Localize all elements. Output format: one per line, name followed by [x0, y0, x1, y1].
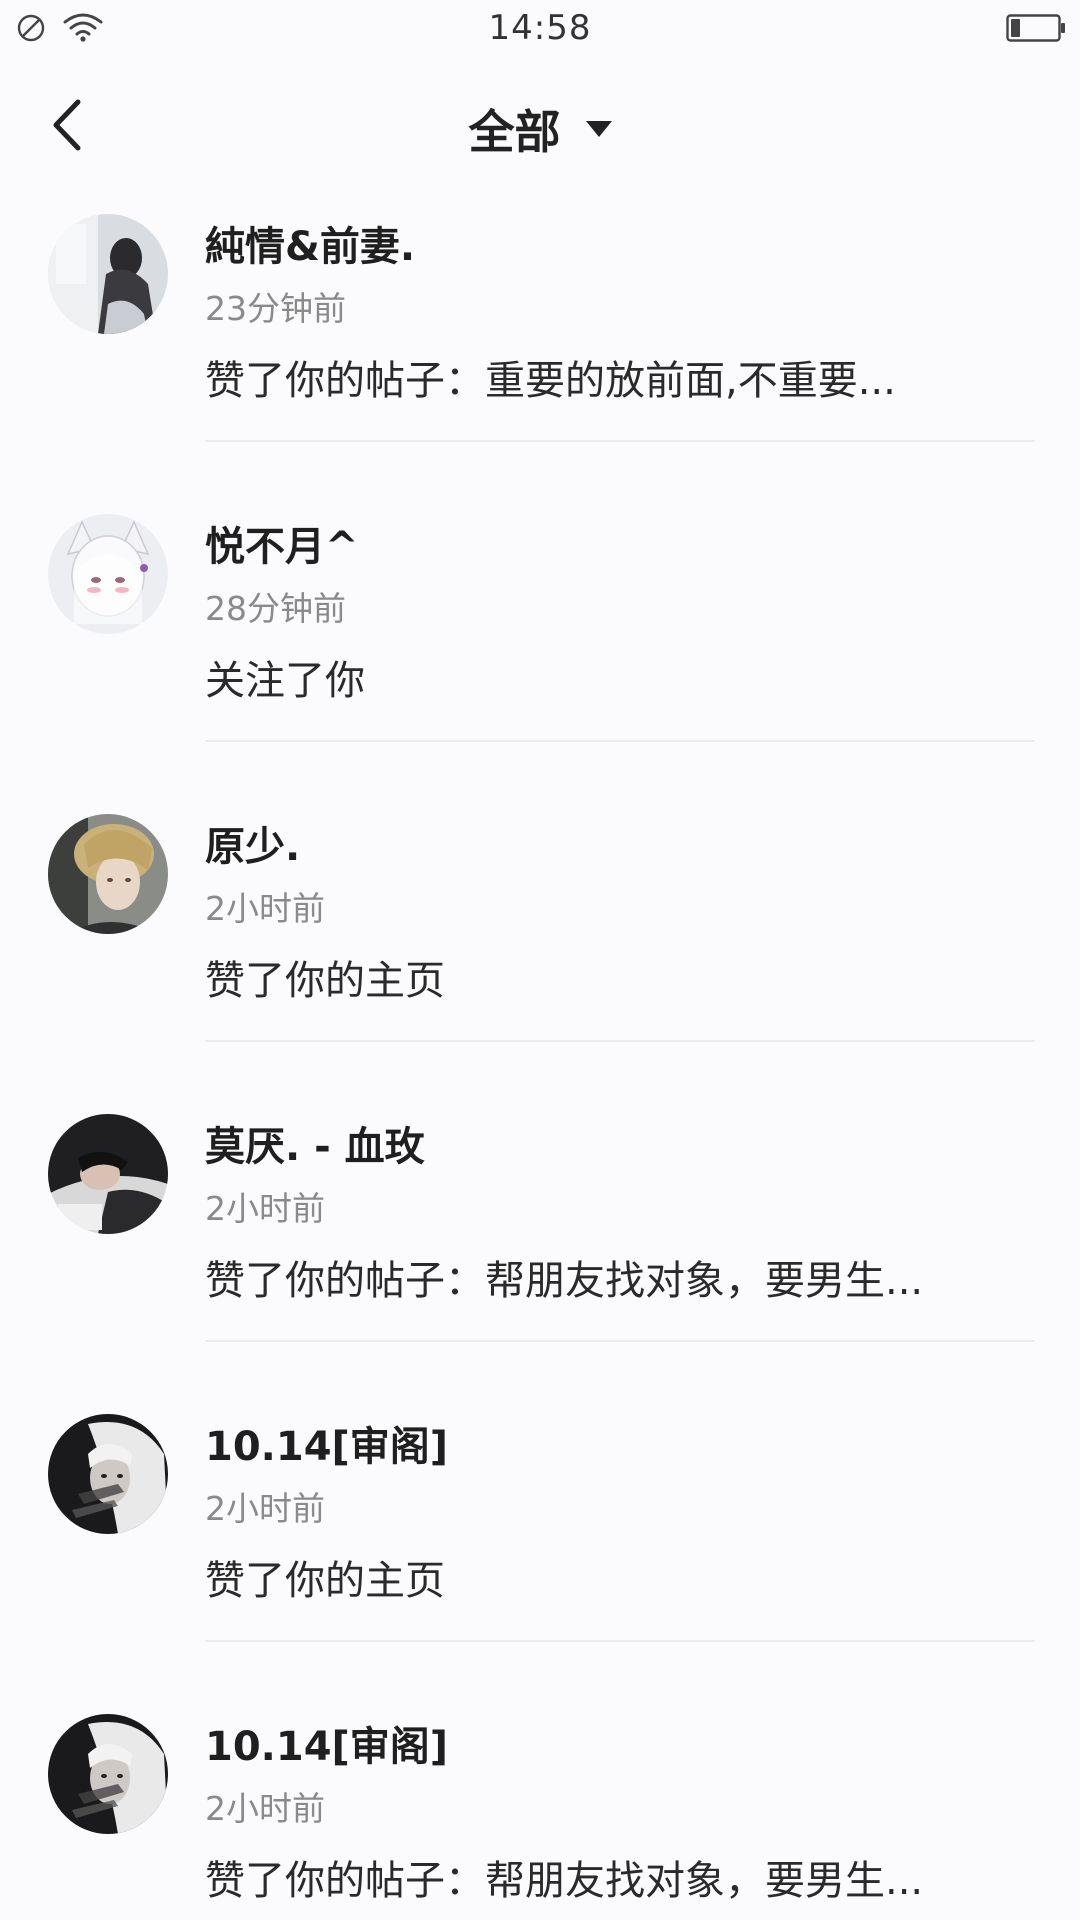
status-time: 14:58 [488, 8, 592, 48]
notification-list: 純情&前妻. 23分钟前 赞了你的帖子：重要的放前面,不重要... 悦不月^ 2… [0, 210, 1080, 1920]
notification-item[interactable]: 莫厌. - 血玫 2小时前 赞了你的帖子：帮朋友找对象，要男生... [0, 1110, 1080, 1410]
user-name[interactable]: 悦不月^ [205, 514, 359, 572]
filter-dropdown[interactable]: 全部 [0, 96, 1080, 162]
caret-down-icon [585, 121, 612, 137]
user-name[interactable]: 10.14[审阁] [205, 1714, 448, 1772]
notification-text: 赞了你的主页 [205, 1558, 445, 1604]
avatar[interactable] [48, 1114, 168, 1234]
divider [205, 740, 1035, 742]
notification-item[interactable]: 純情&前妻. 23分钟前 赞了你的帖子：重要的放前面,不重要... [0, 210, 1080, 510]
avatar[interactable] [48, 1714, 168, 1834]
user-name[interactable]: 10.14[审阁] [205, 1414, 448, 1472]
timestamp: 2小时前 [205, 889, 325, 928]
notification-item[interactable]: 10.14[审阁] 2小时前 赞了你的帖子：帮朋友找对象，要男生... [0, 1710, 1080, 1920]
notification-text: 赞了你的帖子：帮朋友找对象，要男生... [205, 1858, 924, 1904]
notification-text: 赞了你的主页 [205, 958, 445, 1004]
user-name[interactable]: 莫厌. - 血玫 [205, 1114, 425, 1172]
battery-icon [1006, 14, 1065, 42]
avatar[interactable] [48, 1414, 168, 1534]
timestamp: 28分钟前 [205, 589, 346, 628]
notification-item[interactable]: 悦不月^ 28分钟前 关注了你 [0, 510, 1080, 810]
notifications-page: 14:58 全部 純情&前妻. 23分钟前 赞了你的帖子：重要的放前面,不重要.… [0, 0, 1080, 1920]
timestamp: 2小时前 [205, 1489, 325, 1528]
status-bar: 14:58 [0, 0, 1080, 60]
divider [205, 440, 1035, 442]
notification-text: 关注了你 [205, 658, 365, 704]
notification-item[interactable]: 10.14[审阁] 2小时前 赞了你的主页 [0, 1410, 1080, 1710]
user-name[interactable]: 原少. [205, 814, 300, 872]
avatar[interactable] [48, 214, 168, 334]
avatar[interactable] [48, 814, 168, 934]
top-navigation-bar: 全部 [0, 80, 1080, 170]
user-name[interactable]: 純情&前妻. [205, 214, 415, 272]
divider [205, 1040, 1035, 1042]
notification-item[interactable]: 原少. 2小时前 赞了你的主页 [0, 810, 1080, 1110]
divider [205, 1340, 1035, 1342]
timestamp: 2小时前 [205, 1189, 325, 1228]
notification-text: 赞了你的帖子：帮朋友找对象，要男生... [205, 1258, 924, 1304]
timestamp: 23分钟前 [205, 289, 346, 328]
page-title: 全部 [468, 105, 561, 159]
avatar[interactable] [48, 514, 168, 634]
timestamp: 2小时前 [205, 1789, 325, 1828]
divider [205, 1640, 1035, 1642]
notification-text: 赞了你的帖子：重要的放前面,不重要... [205, 358, 896, 404]
